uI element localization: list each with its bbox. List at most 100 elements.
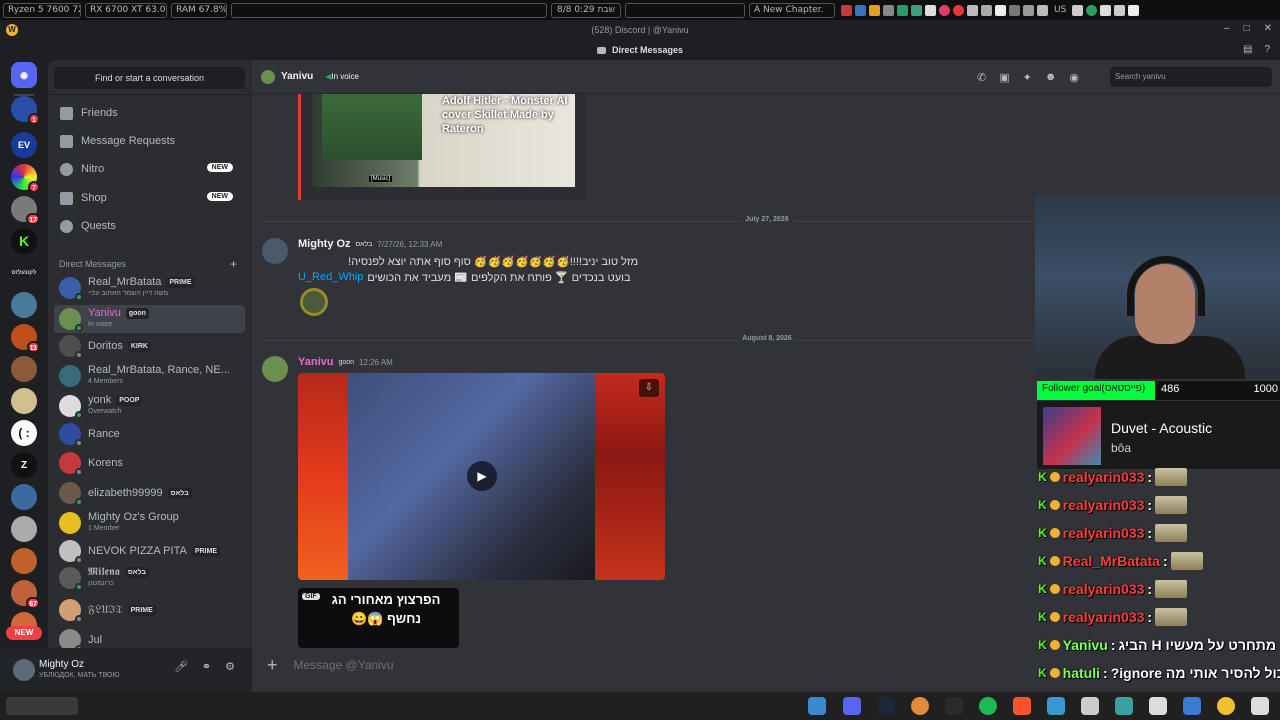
app-taskbar-icon[interactable] <box>1081 697 1099 715</box>
headphones-icon[interactable]: ⚭ <box>202 660 211 673</box>
app-logo-icon[interactable]: W <box>6 24 18 36</box>
app-taskbar-icon[interactable] <box>911 697 929 715</box>
tray-icon[interactable] <box>1086 4 1098 16</box>
tray-icon[interactable] <box>1037 4 1048 16</box>
user-avatar[interactable] <box>13 659 35 681</box>
tray-icon[interactable] <box>995 4 1006 16</box>
message-avatar[interactable] <box>262 238 288 264</box>
discord-taskbar-icon[interactable] <box>843 697 861 715</box>
server-icon[interactable] <box>11 484 37 510</box>
dm-item[interactable]: Real_MrBatata PRIME משה דיין השמר האחוב על… <box>54 274 245 302</box>
tray-icon[interactable] <box>897 4 908 16</box>
settings-gear-icon[interactable]: ⚙ <box>225 660 235 673</box>
message-avatar[interactable] <box>262 356 288 382</box>
tray-icon[interactable] <box>855 4 866 16</box>
app-taskbar-icon[interactable] <box>945 697 963 715</box>
tray-icon[interactable] <box>967 4 978 16</box>
message-author[interactable]: Yanivu <box>298 356 333 368</box>
dm-item[interactable]: yonk POOP Overwatch <box>54 392 245 420</box>
nav-nitro[interactable]: Nitro NEW <box>54 156 245 182</box>
language-indicator[interactable]: US <box>1054 5 1066 15</box>
server-icon[interactable] <box>11 516 37 542</box>
microphone-icon[interactable]: 🎤︎ <box>174 660 188 673</box>
recipient-name[interactable]: Yanivu <box>281 71 313 82</box>
app-taskbar-icon[interactable] <box>1183 697 1201 715</box>
tray-icon[interactable] <box>1009 4 1020 16</box>
create-dm-plus-icon[interactable]: + <box>230 257 237 271</box>
video-attachment[interactable]: ▶ ⇩ <box>298 373 665 580</box>
message-author[interactable]: Mighty Oz <box>298 238 351 250</box>
server-icon[interactable]: 11 <box>11 324 40 353</box>
server-icon[interactable] <box>11 548 37 574</box>
server-icon[interactable] <box>11 356 37 382</box>
tray-icon[interactable] <box>925 4 936 16</box>
nav-shop[interactable]: Shop NEW <box>54 185 245 211</box>
server-icon[interactable]: K <box>11 228 37 254</box>
help-icon[interactable]: ? <box>1264 44 1270 55</box>
tray-icon[interactable] <box>981 4 992 16</box>
chat-search-input[interactable]: Search yanivu <box>1110 67 1272 87</box>
steam-taskbar-icon[interactable] <box>877 697 895 715</box>
message-input[interactable]: Message @Yanivu <box>294 658 394 672</box>
new-servers-badge[interactable]: NEW <box>6 626 42 640</box>
tray-icon[interactable] <box>1072 4 1084 16</box>
attach-plus-icon[interactable]: + <box>267 655 278 676</box>
server-icon[interactable] <box>11 388 37 414</box>
user-info[interactable]: Mighty Oz УБЛЮДОК, МАТЬ ТВОЮ <box>39 659 120 681</box>
app-taskbar-icon[interactable] <box>1217 697 1235 715</box>
tray-icon[interactable] <box>911 4 922 16</box>
server-icon[interactable]: 17 <box>11 196 40 225</box>
tray-icon[interactable] <box>939 4 950 16</box>
server-icon[interactable] <box>11 292 37 318</box>
voice-call-icon[interactable]: ✆ <box>977 71 986 84</box>
tray-icon[interactable] <box>953 4 964 16</box>
server-icon[interactable]: 1 <box>11 96 40 125</box>
dm-item[interactable]: Real_MrBatata, Rance, NE... 4 Members <box>54 362 245 390</box>
media-chapter[interactable]: A New Chapter. <box>749 2 835 18</box>
embed-thumbnail[interactable]: Adolf Hitler - Monster AI cover Skillet … <box>312 94 575 187</box>
nav-friends[interactable]: Friends <box>54 100 245 126</box>
pinned-messages-icon[interactable]: ✦ <box>1023 71 1032 84</box>
dm-item[interactable]: Korens <box>54 449 245 477</box>
dm-item[interactable]: elizabeth99999 בלאס <box>54 479 245 507</box>
tray-icon[interactable] <box>841 4 852 16</box>
app-taskbar-icon[interactable] <box>979 697 997 715</box>
maximize-button[interactable]: □ <box>1244 23 1250 34</box>
close-button[interactable]: ✕ <box>1264 23 1272 34</box>
tray-icon[interactable] <box>1128 4 1140 16</box>
download-icon[interactable]: ⇩ <box>639 379 659 397</box>
app-taskbar-icon[interactable] <box>1251 697 1269 715</box>
server-icon[interactable]: לקונעלזס <box>11 260 37 286</box>
home-discord-icon[interactable]: ◉ <box>11 62 37 88</box>
file-explorer-icon[interactable] <box>1149 697 1167 715</box>
tray-icon[interactable] <box>1114 4 1126 16</box>
server-icon[interactable]: 7 <box>11 164 40 193</box>
inbox-icon[interactable]: ▤ <box>1243 44 1252 55</box>
dm-item[interactable]: NEVOK PIZZA PITA PRIME <box>54 537 245 565</box>
brave-taskbar-icon[interactable] <box>1013 697 1031 715</box>
user-mention[interactable]: U_Red_Whip <box>298 271 363 284</box>
play-icon[interactable]: ▶ <box>467 461 497 491</box>
youtube-embed[interactable]: Adolf Hitler - Monster AI cover Skillet … <box>298 94 586 200</box>
tray-icon[interactable] <box>1100 4 1112 16</box>
video-call-icon[interactable]: ▣ <box>999 71 1009 84</box>
server-icon[interactable]: 67 <box>11 580 40 609</box>
user-profile-icon[interactable]: ◉ <box>1069 71 1079 84</box>
gif-attachment[interactable]: GIF הפרצוץ מאחורי הג נחשף 😱😀 <box>298 588 459 648</box>
nav-message-requests[interactable]: Message Requests <box>54 128 245 154</box>
app-taskbar-icon[interactable] <box>1047 697 1065 715</box>
minimize-button[interactable]: – <box>1224 23 1230 34</box>
dm-item[interactable]: Mighty Oz's Group 1 Member <box>54 509 245 537</box>
dm-item[interactable]: Doritos KIRK <box>54 332 245 360</box>
app-taskbar-icon[interactable] <box>1115 697 1133 715</box>
dm-item[interactable]: Yanivu goon In voice <box>54 305 245 333</box>
desktop-preview[interactable] <box>6 697 78 715</box>
find-conversation-button[interactable]: Find or start a conversation <box>54 67 245 89</box>
windows-start-icon[interactable] <box>808 697 826 715</box>
tray-icon[interactable] <box>869 4 880 16</box>
tray-icon[interactable] <box>1023 4 1034 16</box>
server-icon[interactable]: ( : <box>11 420 37 446</box>
dm-item[interactable]: 𝔉𝔏𝔘ℑ𝔗 PRIME <box>54 596 245 624</box>
server-icon[interactable]: Z <box>11 452 37 478</box>
tray-icon[interactable] <box>883 4 894 16</box>
